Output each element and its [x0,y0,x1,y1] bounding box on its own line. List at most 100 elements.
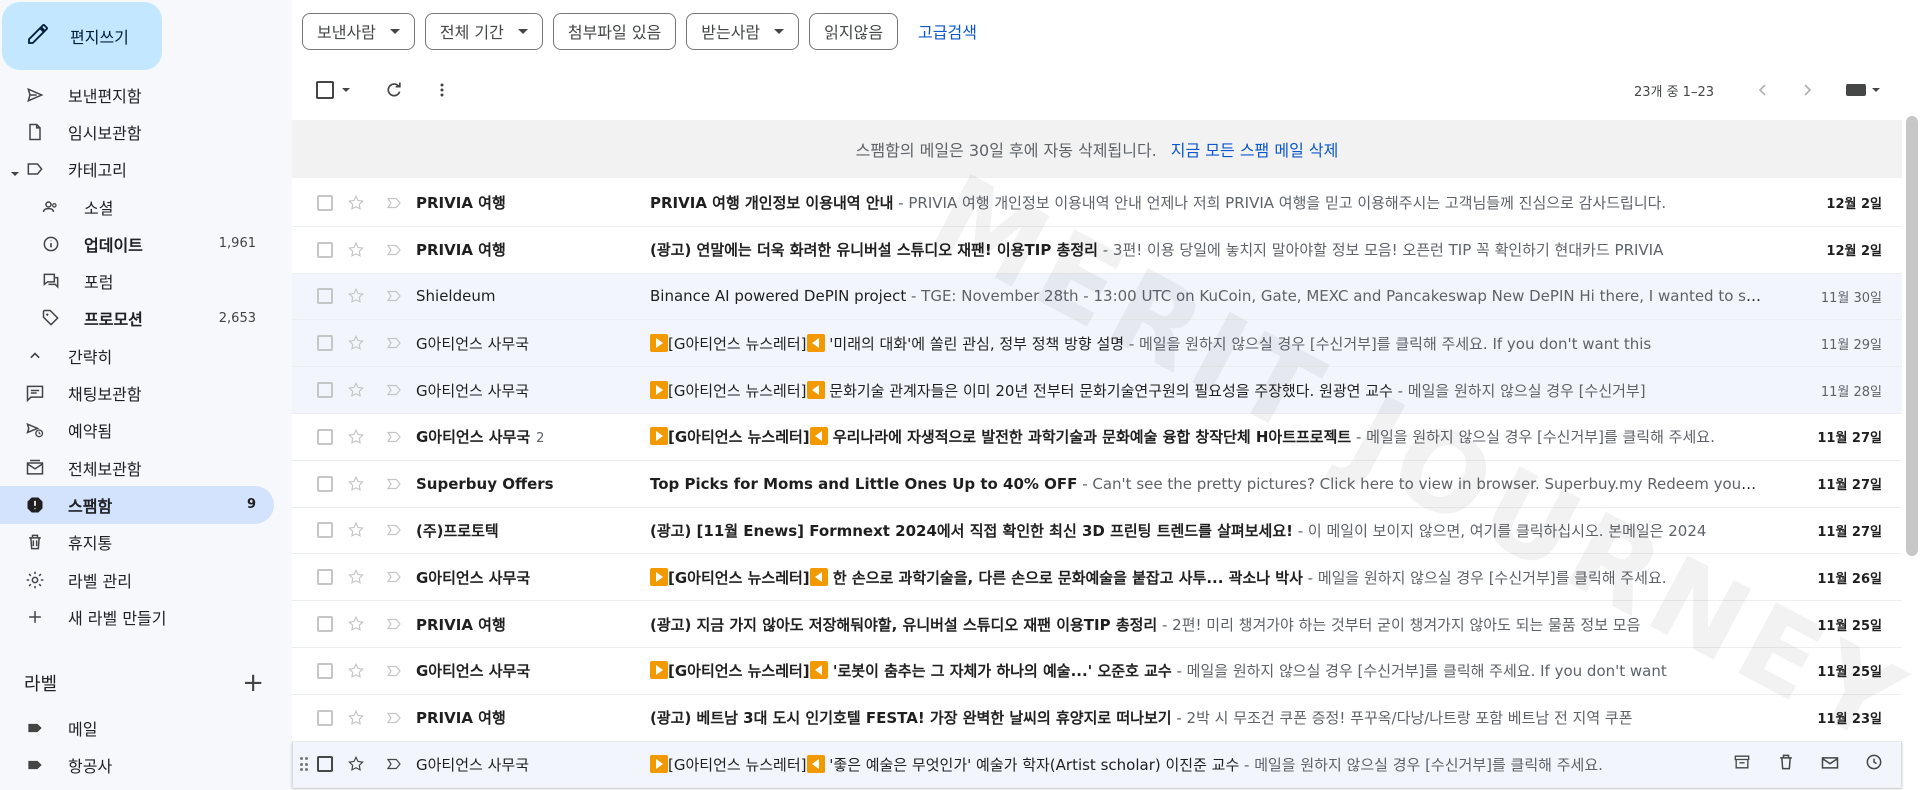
important-marker-icon[interactable] [385,287,403,305]
important-marker-icon[interactable] [385,615,403,633]
mail-row[interactable]: PRIVIA 여행 (광고) 베트남 3대 도시 인기호텔 FESTA! 가장 완… [292,694,1902,742]
important-marker-icon[interactable] [385,241,403,259]
important-marker-icon[interactable] [385,662,403,680]
star-icon[interactable] [347,334,365,352]
label-item-airline[interactable]: 항공사 [0,747,274,785]
mail-row[interactable]: G아티언스 사무국 [G아티언스 뉴스레터] '좋은 예술은 무엇인가' 예술가 … [292,741,1902,789]
sidebar-item-sent[interactable]: 보낸편지함 [0,76,274,113]
important-marker-icon[interactable] [385,755,403,773]
filter-unread[interactable]: 읽지않음 [809,12,899,50]
important-marker-icon[interactable] [385,428,403,446]
row-checkbox[interactable] [317,288,333,305]
prev-page-icon[interactable] [1748,75,1778,105]
filter-date[interactable]: 전체 기간 [424,12,543,50]
important-marker-icon[interactable] [385,194,403,212]
sidebar-item-updates[interactable]: 업데이트 1,961 [0,225,274,262]
compose-button[interactable]: 편지쓰기 [2,2,162,70]
select-all-checkbox[interactable] [316,81,334,99]
row-subject: [G아티언스 뉴스레터] [668,381,807,400]
drag-handle-icon[interactable] [300,757,308,772]
row-sender: G아티언스 사무국 [416,660,646,681]
row-checkbox[interactable] [317,522,333,539]
filter-attachment[interactable]: 첨부파일 있음 [552,12,677,50]
mail-row[interactable]: Superbuy Offers Top Picks for Moms and Li… [292,460,1902,508]
caret-down-icon[interactable] [10,164,20,177]
scrollbar[interactable] [1906,116,1918,556]
mail-row[interactable]: G아티언스 사무국 [G아티언스 뉴스레터] 한 손으로 과학기술을, 다른 손으… [292,554,1902,602]
row-checkbox[interactable] [317,335,333,352]
sidebar-item-drafts[interactable]: 임시보관함 [0,113,274,150]
mark-read-icon[interactable] [1820,752,1840,776]
row-snippet: - 메일을 원하지 않으실 경우 [수신거부]를 클릭해 주세요. [1351,428,1715,447]
mail-row[interactable]: (주)프로토텍 (광고) [11월 Enews] Formnext 2024에서 … [292,507,1902,555]
row-checkbox[interactable] [317,569,333,586]
add-label-icon[interactable]: + [242,670,264,696]
mail-row[interactable]: PRIVIA 여행 (광고) 연말에는 더욱 화려한 유니버설 스튜디오 재팬! … [292,226,1902,274]
star-icon[interactable] [347,428,365,446]
select-dropdown-icon[interactable] [342,88,350,92]
next-page-icon[interactable] [1792,75,1822,105]
row-checkbox[interactable] [317,662,333,679]
important-marker-icon[interactable] [385,521,403,539]
mail-row[interactable]: G아티언스 사무국 [G아티언스 뉴스레터] '로봇이 춤추는 그 자체가 하나의… [292,647,1902,695]
important-marker-icon[interactable] [385,475,403,493]
star-icon[interactable] [347,615,365,633]
delete-icon[interactable] [1776,752,1796,776]
label-item-mail[interactable]: 메일 [0,709,274,747]
sidebar-item-scheduled[interactable]: 예약됨 [0,412,274,449]
row-checkbox[interactable] [317,428,333,445]
row-subject-rest: 문화기술 관계자들은 이미 20년 전부터 문화기술연구원의 필요성을 주장했다… [824,381,1393,400]
star-icon[interactable] [347,521,365,539]
row-checkbox[interactable] [317,241,333,258]
sidebar-item-forums[interactable]: 포럼 [0,262,274,299]
row-checkbox[interactable] [317,756,333,773]
sidebar-item-all-mail[interactable]: 전체보관함 [0,449,274,486]
sidebar-item-trash[interactable]: 휴지통 [0,524,274,561]
mail-row[interactable]: G아티언스 사무국 [G아티언스 뉴스레터] 문화기술 관계자들은 이미 20년 … [292,367,1902,414]
more-vert-icon[interactable] [432,80,452,100]
star-icon[interactable] [347,709,365,727]
star-icon[interactable] [347,755,365,773]
sidebar-item-spam[interactable]: 스팸함 9 [0,486,274,524]
star-icon[interactable] [347,241,365,259]
star-icon[interactable] [347,475,365,493]
sidebar-item-new-label[interactable]: 새 라벨 만들기 [0,598,274,635]
sidebar-item-social[interactable]: 소셜 [0,188,274,225]
sidebar-item-manage-labels[interactable]: 라벨 관리 [0,561,274,598]
row-checkbox[interactable] [317,475,333,492]
label-filled-icon [24,754,46,776]
star-icon[interactable] [347,568,365,586]
mail-row[interactable]: Shieldeum Binance AI powered DePIN projec… [292,273,1902,321]
row-checkbox[interactable] [317,194,333,211]
important-marker-icon[interactable] [385,381,403,399]
important-marker-icon[interactable] [385,709,403,727]
row-checkbox[interactable] [317,382,333,399]
row-subject-rest: 우리나라에 자생적으로 발전한 과학기술과 문화예술 융합 창작단체 H아트프로… [827,428,1352,447]
important-marker-icon[interactable] [385,334,403,352]
advanced-search-link[interactable]: 고급검색 [918,19,977,43]
important-marker-icon[interactable] [385,568,403,586]
mail-row[interactable]: PRIVIA 여행 (광고) 지금 가지 않아도 저장해둬야할, 유니버설 스튜디… [292,601,1902,648]
row-content: (광고) 베트남 3대 도시 인기호텔 FESTA! 가장 완벽한 날씨의 휴양… [650,707,1762,728]
delete-all-spam-link[interactable]: 지금 모든 스팸 메일 삭제 [1171,137,1339,161]
input-tools-button[interactable] [1846,84,1880,96]
sidebar-item-chats[interactable]: 채팅보관함 [0,374,274,411]
filter-from[interactable]: 보낸사람 [302,12,415,50]
sidebar-item-promotions[interactable]: 프로모션 2,653 [0,300,274,337]
mail-row[interactable]: G아티언스 사무국 2 [G아티언스 뉴스레터] 우리나라에 자생적으로 발전한 과… [292,413,1902,461]
archive-icon[interactable] [1732,752,1752,776]
mail-row[interactable]: G아티언스 사무국 [G아티언스 뉴스레터] '미래의 대화'에 쏠린 관심, 정… [292,320,1902,368]
snooze-icon[interactable] [1864,752,1884,776]
star-icon[interactable] [347,381,365,399]
refresh-icon[interactable] [384,80,404,100]
star-icon[interactable] [347,194,365,212]
sidebar: 편지쓰기 보낸편지함 임시보관함 카테고리 소셜 업데이트 1,961 포럼 프… [0,0,292,790]
star-icon[interactable] [347,287,365,305]
row-checkbox[interactable] [317,616,333,633]
sidebar-item-less[interactable]: 간략히 [0,337,274,374]
row-checkbox[interactable] [317,709,333,726]
star-icon[interactable] [347,662,365,680]
sidebar-item-categories[interactable]: 카테고리 [0,151,274,188]
filter-to[interactable]: 받는사람 [686,12,800,50]
mail-row[interactable]: PRIVIA 여행 PRIVIA 여행 개인정보 이용내역 안내 - PRIVIA… [292,180,1902,227]
